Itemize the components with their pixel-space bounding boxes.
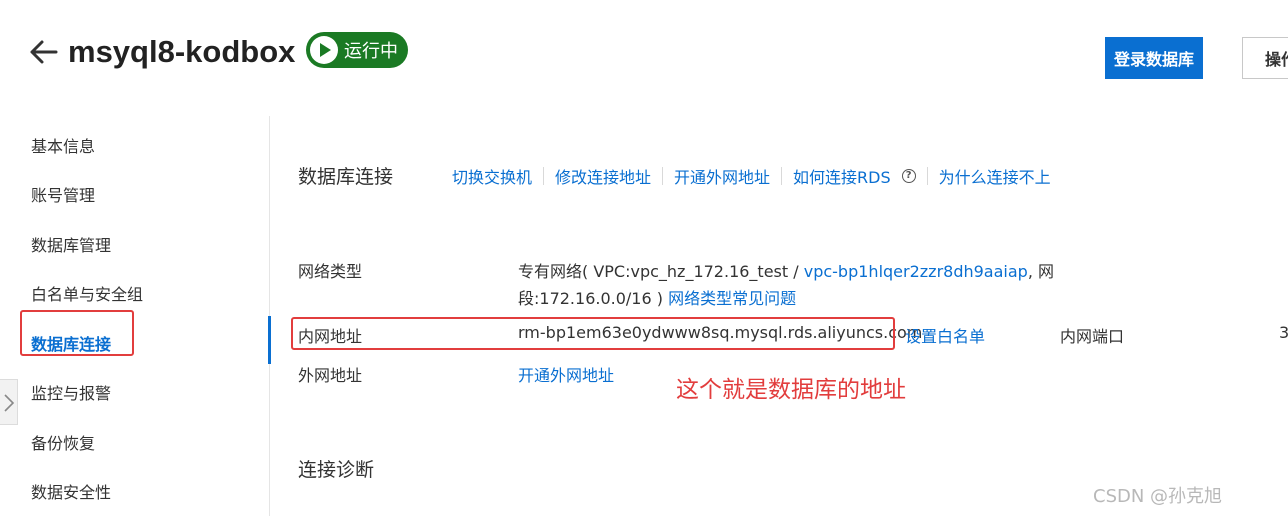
annotation-box-sidebar <box>20 310 134 356</box>
divider <box>543 167 545 185</box>
operations-button[interactable]: 操作 <box>1242 37 1288 79</box>
sidebar-item-backup[interactable]: 备份恢复 <box>31 430 95 454</box>
vpc-text: 专有网络( VPC:vpc_hz_172.16_test / <box>518 262 799 281</box>
section-title-diagnosis: 连接诊断 <box>298 459 375 481</box>
sidebar-item-monitoring[interactable]: 监控与报警 <box>31 380 111 404</box>
divider <box>781 167 783 185</box>
sidebar-item-whitelist[interactable]: 白名单与安全组 <box>31 281 143 305</box>
network-type-value: 专有网络( VPC:vpc_hz_172.16_test / vpc-bp1hl… <box>518 258 1054 282</box>
sidebar-item-accounts[interactable]: 账号管理 <box>31 182 95 206</box>
external-address-label: 外网地址 <box>298 366 363 385</box>
open-external-link[interactable]: 开通外网地址 <box>674 164 770 188</box>
modify-address-link[interactable]: 修改连接地址 <box>555 164 651 188</box>
network-faq-link[interactable]: 网络类型常见问题 <box>668 289 796 308</box>
how-to-connect-link[interactable]: 如何连接RDS <box>793 164 891 188</box>
help-icon[interactable]: ? <box>901 169 916 183</box>
set-whitelist-link[interactable]: 设置白名单 <box>905 323 985 347</box>
sidebar-collapse-handle[interactable] <box>0 379 18 425</box>
internal-port-value: 3 <box>1279 323 1288 342</box>
internal-port-label: 内网端口 <box>1060 327 1125 346</box>
status-badge: 运行中 <box>306 32 408 68</box>
why-cannot-connect-link[interactable]: 为什么连接不上 <box>939 164 1051 188</box>
sidebar-item-basic-info[interactable]: 基本信息 <box>31 133 95 157</box>
back-arrow-icon[interactable] <box>28 36 60 68</box>
network-segment-row: 段:172.16.0.0/16 ) 网络类型常见问题 <box>518 285 796 309</box>
vpc-suffix: , 网 <box>1027 262 1054 281</box>
chevron-right-icon <box>4 394 15 412</box>
status-text: 运行中 <box>344 41 398 62</box>
network-type-label: 网络类型 <box>298 262 363 281</box>
instance-title: msyql8-kodbox <box>68 34 296 69</box>
sidebar-item-databases[interactable]: 数据库管理 <box>31 232 111 256</box>
section-title-connection: 数据库连接 <box>298 166 394 188</box>
login-database-button[interactable]: 登录数据库 <box>1105 37 1203 79</box>
section-active-marker <box>268 316 271 364</box>
annotation-text: 这个就是数据库的地址 <box>676 377 906 403</box>
vpc-id-link[interactable]: vpc-bp1hlqer2zzr8dh9aaiap <box>804 262 1028 281</box>
switch-vswitch-link[interactable]: 切换交换机 <box>452 164 532 188</box>
watermark: CSDN @孙克旭 <box>1093 486 1223 507</box>
sidebar-item-security[interactable]: 数据安全性 <box>31 479 111 503</box>
annotation-box-address <box>291 317 895 350</box>
divider <box>662 167 664 185</box>
connection-actions: 切换交换机 修改连接地址 开通外网地址 如何连接RDS ? 为什么连接不上 <box>452 164 1051 188</box>
divider <box>926 167 928 185</box>
network-segment: 段:172.16.0.0/16 ) <box>518 289 663 308</box>
play-icon <box>310 36 338 64</box>
open-external-address-link[interactable]: 开通外网地址 <box>518 362 614 386</box>
